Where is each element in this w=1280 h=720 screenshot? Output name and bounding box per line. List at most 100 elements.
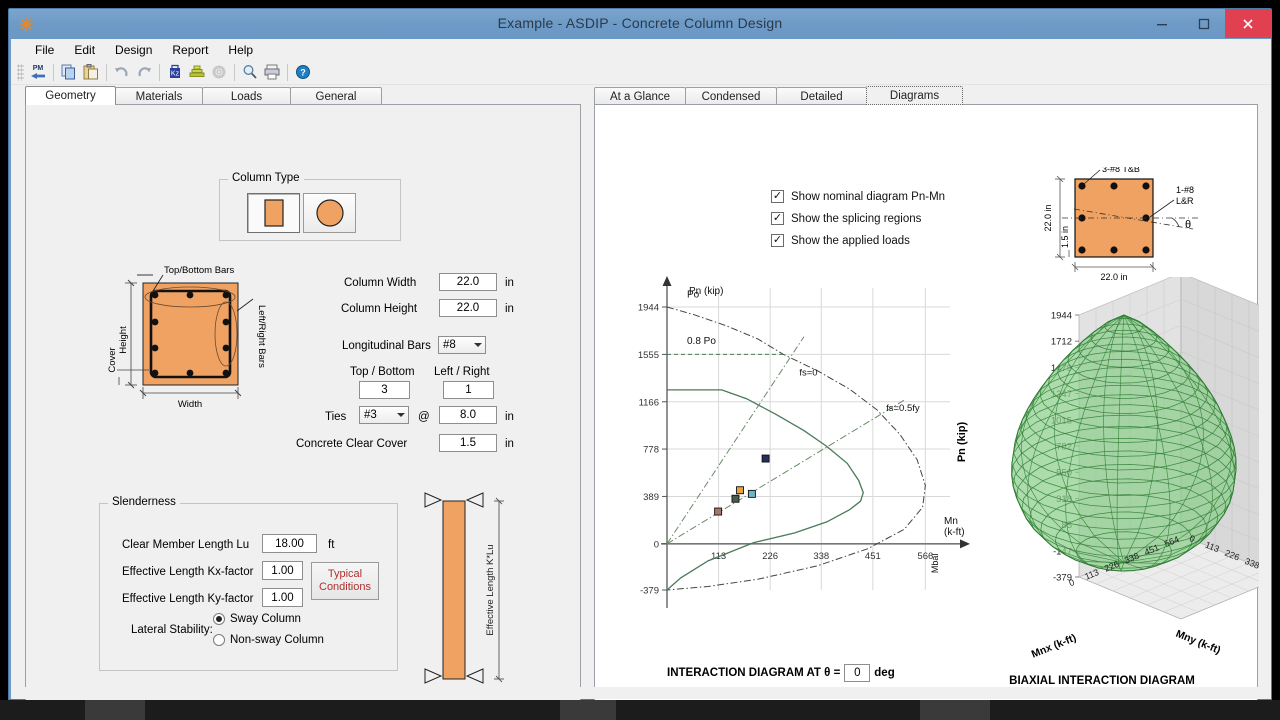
svg-text:Mbal: Mbal — [930, 554, 940, 574]
svg-text:Left/Right Bars: Left/Right Bars — [256, 305, 267, 368]
svg-text:Mnx (k-ft): Mnx (k-ft) — [1030, 632, 1078, 661]
menu-design[interactable]: Design — [105, 40, 162, 60]
left-right-input[interactable]: 1 — [443, 381, 494, 399]
close-button[interactable] — [1225, 9, 1271, 38]
svg-text:1-#8: 1-#8 — [1176, 185, 1194, 195]
svg-text:1166: 1166 — [639, 397, 659, 408]
ties-at-label: @ — [418, 411, 430, 423]
svg-text:fs=0: fs=0 — [799, 368, 817, 379]
clear-cover-unit: in — [505, 438, 514, 450]
clear-member-length-label: Clear Member Length Lu — [122, 539, 250, 551]
column-height-unit: in — [505, 303, 514, 315]
pm-back-icon[interactable]: PM — [27, 62, 49, 83]
right-tabstrip: At a Glance Condensed Detailed Diagrams — [594, 86, 963, 105]
tab-at-a-glance[interactable]: At a Glance — [594, 87, 686, 105]
redo-icon[interactable] — [133, 62, 155, 83]
checkbox-show-nominal-diagram[interactable]: ✓ Show nominal diagram Pn-Mn — [771, 190, 945, 203]
left-right-label: Left / Right — [434, 366, 490, 378]
biaxial-interaction-chart[interactable]: 1944171214791247101578255031885-147-3790… — [947, 277, 1259, 667]
ties-size-value: #3 — [364, 409, 377, 421]
svg-text:1944: 1944 — [1051, 311, 1072, 322]
taskbar-item[interactable] — [920, 700, 990, 720]
menu-file[interactable]: File — [25, 40, 64, 60]
radio-sway-indicator — [213, 613, 225, 625]
menu-report[interactable]: Report — [162, 40, 218, 60]
circular-column-type[interactable] — [303, 193, 356, 233]
svg-text:Top/Bottom Bars: Top/Bottom Bars — [164, 265, 234, 276]
diagrams-panel: ✓ Show nominal diagram Pn-Mn ✓ Show the … — [594, 104, 1259, 720]
tab-diagrams[interactable]: Diagrams — [866, 86, 963, 105]
tab-geometry[interactable]: Geometry — [25, 86, 116, 105]
interaction-theta-input[interactable]: 0 — [844, 664, 871, 682]
svg-text:1944: 1944 — [638, 303, 659, 314]
checkbox-show-splicing-regions[interactable]: ✓ Show the splicing regions — [771, 212, 921, 225]
tab-condensed[interactable]: Condensed — [685, 87, 777, 105]
radio-sway-column[interactable]: Sway Column — [213, 613, 301, 625]
column-width-input[interactable]: 22.0 — [439, 273, 497, 291]
tab-materials[interactable]: Materials — [115, 87, 203, 105]
ties-spacing-unit: in — [505, 411, 514, 423]
longitudinal-bars-value: #8 — [443, 339, 456, 351]
svg-text:3-#8 T&B: 3-#8 T&B — [1102, 167, 1140, 174]
tab-detailed[interactable]: Detailed — [776, 87, 867, 105]
kx-factor-input[interactable]: 1.00 — [262, 561, 303, 580]
svg-text:338: 338 — [813, 551, 829, 562]
svg-text:0.8 Po: 0.8 Po — [687, 336, 716, 347]
toolbar: PM Kz ? — [11, 60, 1271, 85]
design-icon[interactable] — [186, 62, 208, 83]
svg-text:Height: Height — [118, 326, 129, 354]
radio-non-sway-column[interactable]: Non-sway Column — [213, 634, 324, 646]
clear-member-length-input[interactable]: 18.00 — [262, 534, 317, 553]
svg-text:-379: -379 — [640, 586, 659, 597]
svg-text:PM: PM — [33, 65, 44, 72]
checkbox-show-applied-loads[interactable]: ✓ Show the applied loads — [771, 234, 910, 247]
svg-text:389: 389 — [643, 492, 659, 503]
interaction-diagram-chart[interactable]: -379 0 389 778 1166 1555 1944 113 226 338 451 566 Po… — [605, 270, 975, 660]
window-controls — [1141, 9, 1271, 39]
radio-non-sway-label: Non-sway Column — [230, 634, 324, 646]
settings-icon[interactable] — [208, 62, 230, 83]
tab-loads[interactable]: Loads — [202, 87, 291, 105]
rectangular-column-type[interactable] — [247, 193, 300, 233]
svg-text:θ: θ — [1185, 219, 1191, 231]
svg-text:226: 226 — [762, 551, 778, 562]
print-icon[interactable] — [261, 62, 283, 83]
typical-conditions-line1: Typical — [327, 568, 363, 580]
taskbar-item[interactable] — [85, 700, 145, 720]
radio-non-sway-indicator — [213, 634, 225, 646]
column-height-input[interactable]: 22.0 — [439, 299, 497, 317]
checkbox-indicator: ✓ — [771, 190, 784, 203]
longitudinal-bars-select[interactable]: #8 — [438, 336, 486, 354]
menu-bar: File Edit Design Report Help — [11, 39, 1271, 60]
ties-spacing-input[interactable]: 8.0 — [439, 406, 497, 424]
copy-icon[interactable] — [58, 62, 80, 83]
top-bottom-input[interactable]: 3 — [359, 381, 410, 399]
clear-cover-input[interactable]: 1.5 — [439, 434, 497, 452]
interaction-caption: INTERACTION DIAGRAM AT θ = 0 deg — [667, 662, 967, 684]
help-icon[interactable]: ? — [292, 62, 314, 83]
tab-general[interactable]: General — [290, 87, 382, 105]
interaction-caption-post: deg — [874, 667, 895, 679]
biaxial-title: BIAXIAL INTERACTION DIAGRAM — [1009, 675, 1195, 687]
menu-edit[interactable]: Edit — [64, 40, 105, 60]
svg-text:22.0 in: 22.0 in — [1043, 204, 1053, 231]
materials-icon[interactable]: Kz — [164, 62, 186, 83]
chevron-down-icon — [397, 413, 405, 417]
checkbox-show-splicing-regions-label: Show the splicing regions — [791, 212, 922, 225]
ky-factor-input[interactable]: 1.00 — [262, 588, 303, 607]
toolbar-grip[interactable] — [17, 63, 24, 81]
svg-text:?: ? — [300, 68, 306, 78]
maximize-button[interactable] — [1183, 9, 1225, 38]
paste-icon[interactable] — [80, 62, 102, 83]
ky-factor-label: Effective Length Ky-factor — [122, 593, 254, 605]
ties-size-select[interactable]: #3 — [359, 406, 409, 424]
column-type-legend: Column Type — [228, 172, 304, 184]
column-height-label: Column Height — [341, 303, 418, 315]
menu-help[interactable]: Help — [218, 40, 263, 60]
zoom-icon[interactable] — [239, 62, 261, 83]
minimize-button[interactable] — [1141, 9, 1183, 38]
undo-icon[interactable] — [111, 62, 133, 83]
typical-conditions-button[interactable]: Typical Conditions — [311, 562, 379, 600]
left-tabstrip: Geometry Materials Loads General — [25, 86, 382, 105]
taskbar-item[interactable] — [560, 700, 616, 720]
